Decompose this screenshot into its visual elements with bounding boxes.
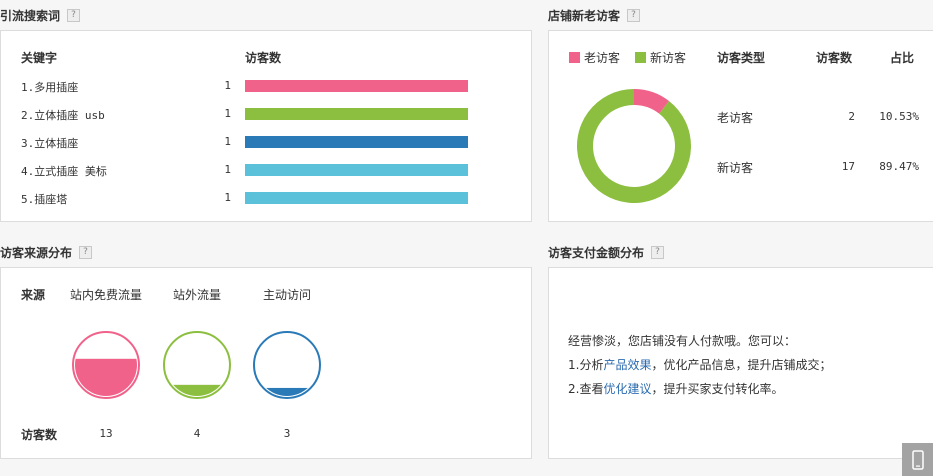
donut-new-segment — [577, 89, 691, 203]
keyword-bar — [245, 108, 468, 120]
keyword-count: 1 — [224, 191, 231, 204]
new-old-donut-chart — [577, 89, 691, 203]
new-old-row-type: 新访客 — [717, 161, 754, 175]
legend-new-swatch — [635, 52, 646, 63]
keyword-row: 1.多用插座 1 — [21, 79, 481, 95]
payment-suggestion-2: 2.查看优化建议，提升买家支付转化率。 — [568, 380, 783, 397]
source-name: 主动访问 — [262, 288, 311, 302]
keyword-row: 2.立体插座 usb 1 — [21, 107, 481, 123]
keyword-bar — [245, 80, 468, 92]
payment-title: 访客支付金额分布 — [548, 245, 645, 260]
sources-row-label-visitors: 访客数 — [21, 428, 58, 442]
keyword-name[interactable]: 4.立式插座 美标 — [21, 163, 107, 179]
keyword-bar — [245, 192, 468, 204]
new-old-col-ratio: 占比 — [890, 51, 915, 65]
payment-section-title: 访客支付金额分布 ? — [548, 244, 665, 260]
source-name: 站内免费流量 — [69, 288, 142, 302]
keyword-row: 3.立体插座 1 — [21, 135, 481, 151]
legend-old[interactable]: 老访客 — [569, 49, 620, 66]
source-name: 站外流量 — [172, 288, 221, 302]
source-gauge — [72, 331, 140, 399]
legend-old-label: 老访客 — [584, 51, 621, 65]
new-old-col-visitors: 访客数 — [816, 51, 853, 65]
sources-title: 访客来源分布 — [0, 245, 73, 260]
keywords-section-title: 引流搜索词 ? — [0, 7, 81, 23]
keyword-row: 5.插座塔 1 — [21, 191, 481, 207]
mobile-view-button[interactable] — [902, 443, 933, 476]
payment-suggestion-1-prefix: 1.分析 — [568, 358, 604, 372]
payment-suggestion-2-prefix: 2.查看 — [568, 382, 604, 396]
new-old-row-ratio: 10.53% — [879, 110, 919, 123]
legend-old-swatch — [569, 52, 580, 63]
keyword-count: 1 — [224, 163, 231, 176]
source-count: 13 — [99, 427, 113, 440]
new-old-panel: 老访客 新访客 访客类型 访客数 占比 老访客 2 10.53% 新访客 17 … — [548, 30, 933, 222]
sources-row-label-source: 来源 — [21, 288, 46, 302]
source-gauge-fill — [256, 387, 318, 396]
keyword-name[interactable]: 3.立体插座 — [21, 135, 78, 151]
source-count: 3 — [283, 427, 291, 440]
sources-panel: 来源 访客数 站内免费流量 13 站外流量 4 主动访问 3 — [0, 267, 532, 459]
keyword-count: 1 — [224, 135, 231, 148]
new-old-row-ratio: 89.47% — [879, 160, 919, 173]
new-old-row-type: 老访客 — [717, 111, 754, 125]
keywords-panel: 关键字 访客数 1.多用插座 1 2.立体插座 usb 1 3.立体插座 1 4.立式插座 … — [0, 30, 532, 222]
source-gauge — [163, 331, 231, 399]
new-old-row-count: 17 — [841, 160, 855, 173]
new-old-col-type: 访客类型 — [717, 51, 766, 65]
payment-suggestion-2-suffix: ，提升买家支付转化率。 — [651, 382, 784, 396]
source-count: 4 — [193, 427, 201, 440]
source-gauge — [253, 331, 321, 399]
keyword-row: 4.立式插座 美标 1 — [21, 163, 481, 179]
payment-suggestion-1: 1.分析产品效果，优化产品信息，提升店铺成交； — [568, 356, 831, 373]
sources-section-title: 访客来源分布 ? — [0, 244, 93, 260]
keyword-name[interactable]: 2.立体插座 usb — [21, 107, 105, 123]
mobile-phone-icon — [911, 449, 924, 470]
payment-suggestion-1-suffix: ，优化产品信息，提升店铺成交； — [651, 358, 832, 372]
sources-help-icon[interactable]: ? — [79, 245, 93, 259]
keywords-title: 引流搜索词 — [0, 8, 61, 23]
new-old-title: 店铺新老访客 — [548, 8, 621, 23]
new-old-help-icon[interactable]: ? — [627, 8, 641, 22]
source-gauge-fill — [75, 358, 137, 396]
keyword-count: 1 — [224, 107, 231, 120]
legend-new[interactable]: 新访客 — [635, 49, 686, 66]
keywords-col-visitors: 访客数 — [245, 51, 282, 65]
product-effect-link[interactable]: 产品效果 — [603, 358, 651, 372]
keyword-count: 1 — [224, 79, 231, 92]
legend-new-label: 新访客 — [650, 51, 687, 65]
keyword-bar — [245, 136, 468, 148]
payment-message: 经营惨淡，您店铺没有人付款哦。您可以： — [568, 334, 797, 348]
keyword-name[interactable]: 5.插座塔 — [21, 191, 67, 207]
keyword-name[interactable]: 1.多用插座 — [21, 79, 78, 95]
payment-panel: 经营惨淡，您店铺没有人付款哦。您可以： 1.分析产品效果，优化产品信息，提升店铺… — [548, 267, 933, 459]
keywords-help-icon[interactable]: ? — [67, 8, 81, 22]
optimization-advice-link[interactable]: 优化建议 — [603, 382, 651, 396]
new-old-section-title: 店铺新老访客 ? — [548, 7, 641, 23]
keywords-col-keyword: 关键字 — [21, 51, 58, 65]
payment-help-icon[interactable]: ? — [651, 245, 665, 259]
new-old-row-count: 2 — [848, 110, 855, 123]
keyword-bar — [245, 164, 468, 176]
